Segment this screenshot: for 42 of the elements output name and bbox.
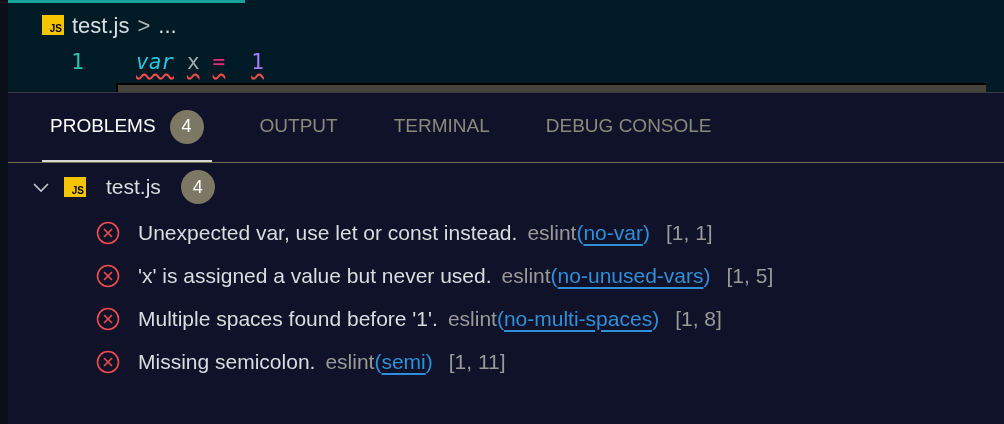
file-name[interactable]: test.js	[106, 171, 161, 203]
panel-tab[interactable]: OUTPUT	[251, 93, 346, 162]
problem-source: eslint	[527, 219, 577, 246]
problem-message[interactable]: Multiple spaces found before '1'.	[138, 302, 438, 335]
close-paren: )	[642, 219, 650, 246]
problem-source: eslint	[325, 348, 375, 375]
count-badge: 4	[169, 109, 204, 144]
rule-link[interactable]: no-multi-spaces	[503, 302, 653, 335]
breadcrumb-more[interactable]: ...	[158, 8, 177, 42]
close-paren: )	[703, 262, 711, 289]
breadcrumb-file[interactable]: test.js	[72, 8, 130, 42]
javascript-file-icon: JS	[42, 15, 64, 35]
close-paren: )	[652, 305, 660, 332]
line-number: 1	[70, 49, 85, 76]
problem-message[interactable]: 'x' is assigned a value but never used.	[138, 259, 492, 292]
breadcrumb-separator: >	[137, 11, 151, 40]
error-icon	[96, 349, 120, 374]
error-icon	[96, 306, 120, 331]
error-icon	[96, 220, 120, 245]
open-paren: (	[374, 348, 382, 375]
close-paren: )	[425, 348, 433, 375]
problem-source: eslint	[447, 305, 497, 332]
rule-link[interactable]: semi	[381, 345, 426, 378]
problem-message[interactable]: Unexpected var, use let or const instead.	[138, 216, 518, 249]
javascript-file-icon: JS	[64, 177, 86, 197]
problem-source: eslint	[501, 262, 551, 289]
rule-link[interactable]: no-unused-vars	[557, 259, 704, 292]
problem-position: [1, 5]	[726, 262, 774, 289]
problem-position: [1, 1]	[665, 219, 713, 246]
open-paren: (	[550, 262, 558, 289]
panel-tab[interactable]: PROBLEMS 4	[42, 93, 212, 162]
code-line: var x = 1	[136, 49, 264, 76]
count-badge: 4	[180, 170, 215, 204]
open-paren: (	[576, 219, 584, 246]
error-icon	[96, 263, 120, 288]
problem-position: [1, 8]	[675, 305, 722, 332]
panel-tab[interactable]: DEBUG CONSOLE	[537, 93, 720, 162]
panel-tab[interactable]: TERMINAL	[385, 93, 498, 162]
problem-message[interactable]: Missing semicolon.	[138, 345, 316, 378]
open-paren: (	[496, 305, 504, 332]
rule-link[interactable]: no-var	[583, 216, 643, 249]
problem-position: [1, 11]	[448, 348, 506, 375]
